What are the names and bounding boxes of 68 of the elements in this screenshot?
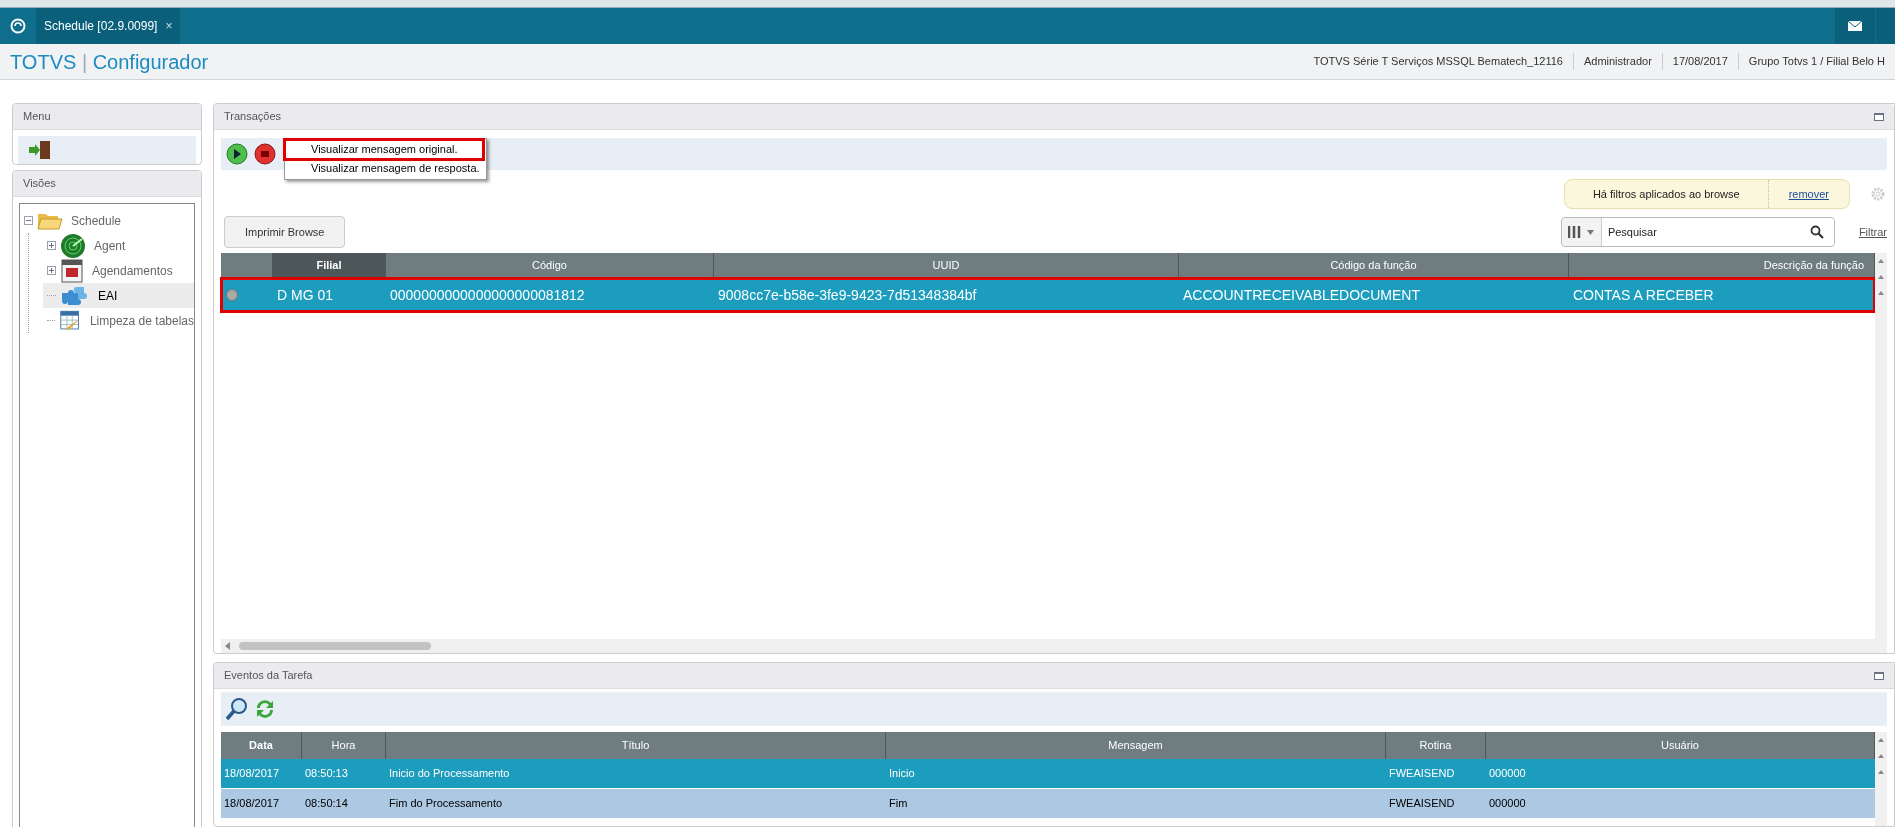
table-row[interactable]: D MG 01 0000000000000000000081812 9008cc7e-b58e-3fe9-9423-7d51348384bf ACCOUNTRECEIVABLEDOCUMENT CONTAS A RECEBER [221, 278, 1875, 312]
table-cell-text: FWEAISEND [1388, 796, 1456, 812]
menu-item[interactable]: Visualizar mensagem original. [285, 140, 483, 159]
header-info: TOTVS Série T Serviços MSSQL Bematech_12116 [1312, 54, 1564, 70]
tree-item[interactable]: Agent [43, 233, 194, 258]
table-row[interactable]: 18/08/2017 08:50:13 Inicio do Processamento Inicio FWEAISEND 000000 [221, 759, 1875, 789]
table-cell-text: Fim do Processamento [388, 796, 504, 812]
minimize-icon[interactable] [1874, 671, 1884, 680]
table-cell-text: 08:50:13 [304, 766, 349, 782]
table-cell-text: 9008cc7e-b58e-3fe9-9423-7d51348384bf [717, 285, 978, 305]
puzzle-icon [60, 284, 90, 307]
filter-notice-text: Há filtros aplicados ao browse [1591, 186, 1741, 202]
tree-item[interactable]: Agendamentos [43, 258, 194, 283]
status-dot-icon [226, 289, 238, 301]
mail-icon [1848, 21, 1862, 31]
settings-icon[interactable] [1870, 186, 1886, 202]
tree-toggle[interactable] [47, 241, 56, 250]
print-browse-button[interactable]: Imprimir Browse [224, 216, 346, 248]
remove-filter-link[interactable]: remover [1768, 185, 1849, 203]
tree-toggle[interactable] [24, 216, 33, 225]
table-cell-text: 18/08/2017 [223, 766, 281, 782]
search-input[interactable]: Pesquisar [1601, 223, 1810, 241]
tree-item[interactable]: Limpeza de tabelas [43, 308, 194, 333]
play-icon[interactable] [226, 143, 248, 165]
table-cell-text: 08:50:14 [304, 796, 349, 812]
table-cell-text: 000000 [1488, 796, 1527, 812]
tab-close-button[interactable]: × [165, 17, 173, 35]
panel-title: Transações [224, 109, 282, 125]
filter-link[interactable]: Filtrar [1858, 223, 1887, 241]
vertical-scrollbar[interactable] [1875, 732, 1887, 826]
tree-toggle[interactable] [47, 266, 56, 275]
table-cell-text: Inicio do Processamento [388, 766, 511, 782]
panel-title: Menu [23, 109, 51, 125]
header-info: 17/08/2017 [1661, 53, 1738, 70]
tree-item[interactable]: Schedule [20, 208, 194, 233]
header-info: Grupo Totvs 1 / Filial Belo H [1737, 53, 1895, 70]
exit-door-icon[interactable] [28, 139, 52, 161]
table-row[interactable]: 18/08/2017 08:50:14 Fim do Processamento Fim FWEAISEND 000000 [221, 789, 1875, 819]
menu-item[interactable]: Visualizar mensagem de resposta. [285, 159, 486, 178]
table-cell-text: Fim [888, 796, 909, 812]
table-cell-text: Inicio [888, 766, 916, 782]
search-icon[interactable] [1809, 225, 1824, 239]
panel-title: Visões [23, 176, 56, 192]
tree-item[interactable]: EAI [43, 283, 194, 308]
stop-icon[interactable] [254, 143, 276, 165]
column-picker-icon[interactable] [1561, 218, 1602, 246]
table-cell-text: ACCOUNTRECEIVABLEDOCUMENT [1182, 285, 1421, 305]
vertical-scrollbar[interactable] [1875, 253, 1887, 653]
table-cell-text: CONTAS A RECEBER [1572, 285, 1715, 305]
tab[interactable]: Schedule [02.9.0099] × [36, 8, 181, 44]
minimize-icon[interactable] [1874, 112, 1884, 121]
search-icon[interactable] [225, 697, 249, 721]
column-header[interactable]: Filial [273, 253, 386, 278]
table-cell-text: 000000 [1488, 766, 1527, 782]
table-cell-text: 0000000000000000000081812 [389, 285, 586, 305]
table-cell-text: 18/08/2017 [223, 796, 281, 812]
radar-icon [60, 232, 86, 259]
app-title: TOTVS | Configurador [10, 49, 209, 75]
mail-button[interactable] [1835, 8, 1875, 44]
horizontal-scrollbar[interactable] [221, 639, 1875, 653]
scroll-left-icon[interactable] [225, 642, 231, 650]
app-logo-icon [10, 18, 26, 34]
calendar-icon [60, 257, 84, 284]
search-field[interactable]: Pesquisar [1560, 217, 1835, 247]
panel-title: Eventos da Tarefa [224, 668, 313, 684]
table-cell-text: D MG 01 [276, 285, 334, 305]
header-info: Administrador [1572, 53, 1662, 70]
table-cell-text: FWEAISEND [1388, 766, 1456, 782]
